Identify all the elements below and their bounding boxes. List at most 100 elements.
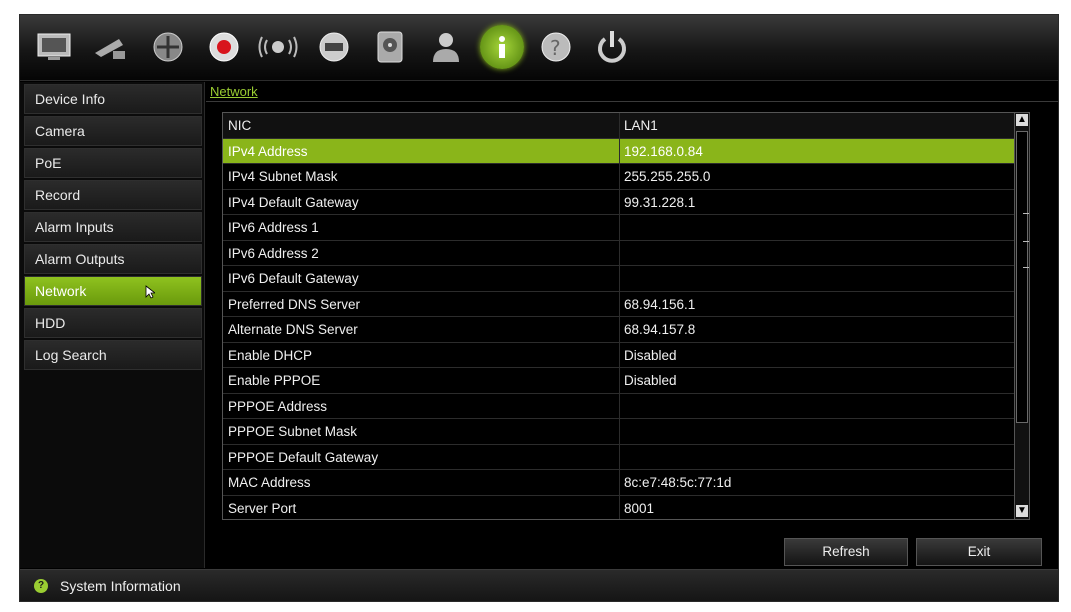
row-key: MAC Address — [228, 475, 311, 490]
app-window: ? Device Info Camera PoE Record Alarm In… — [19, 14, 1059, 602]
header-cell-value: LAN1 — [624, 118, 658, 133]
column-divider — [619, 266, 620, 291]
sidebar-item-label: Network — [35, 283, 87, 299]
header-cell-nic: NIC — [228, 118, 252, 133]
row-key: PPPOE Address — [228, 398, 328, 414]
row-key: Enable PPPOE — [228, 373, 321, 388]
table-scrollbar[interactable]: ▲ ▼ — [1014, 113, 1029, 519]
mouse-cursor-icon — [145, 285, 155, 299]
scroll-up-arrow-icon[interactable]: ▲ — [1016, 114, 1028, 126]
row-key: Enable DHCP — [228, 347, 313, 363]
sidebar-item-hdd[interactable]: HDD — [24, 308, 202, 338]
exit-button[interactable]: Exit — [916, 538, 1042, 566]
network-device-icon[interactable] — [312, 25, 356, 69]
ptz-icon[interactable] — [146, 25, 190, 69]
camera-icon[interactable] — [88, 25, 132, 69]
sidebar-item-label: Camera — [35, 123, 85, 139]
refresh-button[interactable]: Refresh — [784, 538, 908, 566]
sidebar-item-device-info[interactable]: Device Info — [24, 84, 202, 114]
sidebar-item-alarm-inputs[interactable]: Alarm Inputs — [24, 212, 202, 242]
row-key: IPv6 Address 2 — [228, 245, 319, 261]
table-row[interactable]: Enable DHCP Disabled — [223, 342, 1014, 368]
table-row[interactable]: IPv4 Subnet Mask 255.255.255.0 — [223, 164, 1014, 190]
row-key: Server Port — [228, 500, 297, 516]
row-key: IPv4 Subnet Mask — [228, 169, 338, 184]
column-divider — [619, 444, 620, 469]
column-divider — [619, 138, 620, 163]
row-value: Disabled — [624, 347, 677, 363]
column-divider — [619, 215, 620, 240]
scroll-down-arrow-icon[interactable]: ▼ — [1016, 505, 1028, 517]
sidebar-item-label: Device Info — [35, 91, 106, 107]
row-key: Alternate DNS Server — [228, 322, 358, 337]
sidebar-item-poe[interactable]: PoE — [24, 148, 202, 178]
status-bar: ? System Information — [20, 569, 1058, 601]
alarm-icon[interactable] — [256, 25, 300, 69]
table-row[interactable]: PPPOE Address — [223, 393, 1014, 419]
column-divider — [619, 470, 620, 495]
table-row[interactable]: IPv4 Default Gateway 99.31.228.1 — [223, 189, 1014, 215]
column-divider — [619, 189, 620, 214]
table-row[interactable]: IPv4 Address 192.168.0.84 — [223, 138, 1014, 164]
sidebar-item-camera[interactable]: Camera — [24, 116, 202, 146]
status-text: System Information — [60, 578, 181, 594]
row-key: IPv4 Address — [228, 143, 308, 159]
table-row[interactable]: IPv6 Address 1 — [223, 215, 1014, 241]
row-value: 8c:e7:48:5c:77:1d — [624, 475, 732, 490]
table-row[interactable]: MAC Address 8c:e7:48:5c:77:1d — [223, 470, 1014, 496]
row-value: 99.31.228.1 — [624, 194, 696, 210]
row-value: Disabled — [624, 373, 677, 388]
power-icon[interactable] — [590, 25, 634, 69]
column-divider — [619, 317, 620, 342]
row-value: 255.255.255.0 — [624, 169, 711, 184]
row-value: 68.94.156.1 — [624, 296, 696, 312]
row-value: 68.94.157.8 — [624, 322, 696, 337]
row-value: 8001 — [624, 500, 655, 516]
main-panel: Network NIC LAN1 IPv4 Address 192.168.0.8… — [206, 82, 1058, 568]
row-key: IPv4 Default Gateway — [228, 194, 359, 210]
column-divider — [619, 113, 620, 138]
user-icon[interactable] — [424, 25, 468, 69]
table-row[interactable]: PPPOE Default Gateway — [223, 444, 1014, 470]
breadcrumb[interactable]: Network — [210, 84, 258, 102]
table-row[interactable]: Server Port 8001 — [223, 495, 1014, 519]
column-divider — [619, 419, 620, 444]
sidebar-item-record[interactable]: Record — [24, 180, 202, 210]
svg-text:?: ? — [550, 36, 561, 60]
column-divider — [619, 368, 620, 393]
help-icon[interactable]: ? — [534, 25, 578, 69]
table-row[interactable]: PPPOE Subnet Mask — [223, 419, 1014, 445]
sidebar-item-network[interactable]: Network — [24, 276, 202, 306]
scroll-tick — [1023, 213, 1029, 214]
row-key: IPv6 Default Gateway — [228, 271, 359, 286]
table-row[interactable]: Alternate DNS Server 68.94.157.8 — [223, 317, 1014, 343]
hdd-icon[interactable] — [368, 25, 412, 69]
scrollbar-thumb[interactable] — [1016, 131, 1028, 423]
record-icon[interactable] — [202, 25, 246, 69]
sidebar-item-alarm-outputs[interactable]: Alarm Outputs — [24, 244, 202, 274]
table-row[interactable]: IPv6 Default Gateway — [223, 266, 1014, 292]
table-row[interactable]: Preferred DNS Server 68.94.156.1 — [223, 291, 1014, 317]
row-key: Preferred DNS Server — [228, 296, 361, 312]
column-divider — [619, 342, 620, 367]
help-status-icon: ? — [34, 579, 48, 593]
column-divider — [619, 164, 620, 189]
row-key: IPv6 Address 1 — [228, 220, 319, 235]
sidebar-item-label: PoE — [35, 155, 62, 171]
info-icon[interactable] — [480, 25, 524, 69]
network-info-table: NIC LAN1 IPv4 Address 192.168.0.84 IPv4 Su… — [222, 112, 1030, 520]
scroll-tick — [1023, 241, 1029, 242]
table-row[interactable]: Enable PPPOE Disabled — [223, 368, 1014, 394]
monitor-icon[interactable] — [32, 25, 76, 69]
scroll-tick — [1023, 267, 1029, 268]
sidebar-item-label: HDD — [35, 315, 66, 331]
sidebar-item-log-search[interactable]: Log Search — [24, 340, 202, 370]
table-row[interactable]: IPv6 Address 2 — [223, 240, 1014, 266]
row-key: PPPOE Default Gateway — [228, 449, 379, 465]
top-toolbar: ? — [20, 15, 1058, 81]
row-key: PPPOE Subnet Mask — [228, 424, 358, 439]
sidebar-item-label: Alarm Inputs — [35, 219, 114, 235]
column-divider — [619, 393, 620, 418]
sidebar-menu: Device Info Camera PoE Record Alarm Inpu… — [20, 82, 205, 568]
column-divider — [619, 240, 620, 265]
